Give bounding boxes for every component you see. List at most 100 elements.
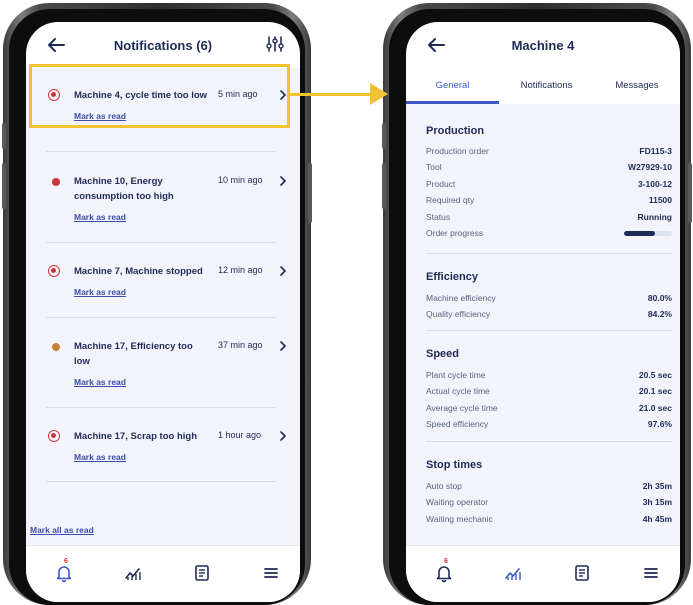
- detail-row: Production order FD115-3: [426, 146, 672, 160]
- detail-label: Product: [426, 179, 456, 189]
- divider: [46, 481, 276, 482]
- detail-value: 20.5 sec: [638, 370, 672, 380]
- bottom-nav: 6: [406, 545, 680, 602]
- chevron-right-icon[interactable]: [279, 176, 287, 186]
- notification-item[interactable]: Machine 10, Energy consumption too high …: [46, 174, 296, 222]
- detail-value: W27929-10: [628, 162, 672, 172]
- mark-all-as-read-link[interactable]: Mark all as read: [30, 525, 94, 535]
- detail-value: Running: [637, 212, 672, 222]
- section-divider: [426, 441, 672, 442]
- notification-title: Machine 10, Energy consumption too high: [74, 176, 174, 202]
- notification-badge: 6: [444, 558, 448, 565]
- phone-frame-right: Machine 4 General Notifications Messages…: [382, 3, 692, 605]
- notification-time: 12 min ago: [218, 265, 263, 275]
- bell-icon: [436, 566, 452, 583]
- nav-documents-button[interactable]: [572, 563, 592, 583]
- detail-row: Waiting mechanic 4h 45m: [426, 514, 672, 528]
- nav-menu-button[interactable]: [261, 563, 281, 583]
- chevron-right-icon[interactable]: [279, 431, 287, 441]
- detail-label: Waiting operator: [426, 497, 489, 507]
- bell-icon: [56, 566, 72, 583]
- page-title: Notifications (6): [113, 38, 213, 53]
- notification-item[interactable]: Machine 17, Efficiency too low 37 min ag…: [46, 339, 296, 387]
- phone-bezel: Machine 4 General Notifications Messages…: [389, 9, 685, 605]
- phone-side-button: [382, 163, 386, 209]
- divider: [46, 407, 276, 408]
- notification-item[interactable]: Machine 17, Scrap too high 1 hour ago Ma…: [46, 429, 296, 469]
- notification-time: 10 min ago: [218, 175, 263, 185]
- detail-label: Plant cycle time: [426, 370, 486, 380]
- mark-as-read-link[interactable]: Mark as read: [74, 452, 126, 462]
- detail-value: 21.0 sec: [638, 403, 672, 413]
- mark-as-read-link[interactable]: Mark as read: [74, 212, 126, 222]
- detail-row: Order progress: [426, 228, 672, 242]
- phone-side-button: [688, 163, 692, 223]
- tab-bar: General Notifications Messages: [406, 68, 680, 104]
- divider: [46, 151, 276, 152]
- detail-row: Auto stop 2h 35m: [426, 481, 672, 495]
- chevron-right-icon[interactable]: [279, 266, 287, 276]
- nav-documents-button[interactable]: [192, 563, 212, 583]
- mark-as-read-link[interactable]: Mark as read: [74, 287, 126, 297]
- detail-value: 3-100-12: [637, 179, 672, 189]
- order-progress-bar: [624, 231, 672, 236]
- bottom-nav: 6: [26, 545, 300, 602]
- tab-notifications[interactable]: Notifications: [499, 80, 594, 91]
- nav-notifications-button[interactable]: 6: [54, 558, 74, 583]
- detail-row: Required qty 11500: [426, 195, 672, 209]
- nav-analytics-button[interactable]: [503, 563, 523, 583]
- detail-value: 20.1 sec: [638, 386, 672, 396]
- detail-row: Quality efficiency 84.2%: [426, 309, 672, 323]
- section-title-stop-times: Stop times: [426, 459, 483, 471]
- detail-label: Tool: [426, 162, 442, 172]
- section-title-production: Production: [426, 125, 485, 137]
- detail-row: Machine efficiency 80.0%: [426, 293, 672, 307]
- chart-icon: [125, 568, 141, 580]
- detail-row: Status Running: [426, 212, 672, 226]
- nav-menu-button[interactable]: [641, 563, 661, 583]
- document-icon: [575, 565, 589, 581]
- detail-row: Average cycle time 21.0 sec: [426, 403, 672, 417]
- divider: [46, 317, 276, 318]
- filter-sliders-icon[interactable]: [266, 35, 284, 53]
- chevron-right-icon[interactable]: [279, 341, 287, 351]
- order-progress-fill: [624, 231, 656, 236]
- detail-value: 97.6%: [647, 419, 672, 429]
- nav-analytics-button[interactable]: [123, 563, 143, 583]
- notification-time: 1 hour ago: [218, 430, 262, 440]
- document-icon: [195, 565, 209, 581]
- nav-notifications-button[interactable]: 6: [434, 558, 454, 583]
- detail-row: Waiting operator 3h 15m: [426, 497, 672, 511]
- detail-value: 80.0%: [647, 293, 672, 303]
- notification-item[interactable]: Machine 7, Machine stopped 12 min ago Ma…: [46, 264, 296, 304]
- detail-value: 4h 45m: [642, 514, 672, 524]
- detail-label: Required qty: [426, 195, 475, 205]
- detail-label: Quality efficiency: [426, 309, 491, 319]
- detail-label: Status: [426, 212, 451, 222]
- machine-details: Production Production order FD115-3 Tool…: [406, 104, 680, 545]
- detail-row: Tool W27929-10: [426, 162, 672, 176]
- detail-label: Production order: [426, 146, 489, 156]
- header: Machine 4: [406, 22, 680, 68]
- section-divider: [426, 330, 672, 331]
- header: Notifications (6): [26, 22, 300, 68]
- divider: [46, 242, 276, 243]
- machine-detail-screen: Machine 4 General Notifications Messages…: [406, 22, 680, 602]
- connector-arrow-icon: [370, 83, 388, 105]
- section-divider: [426, 253, 672, 254]
- notification-title: Machine 17, Efficiency too low: [74, 341, 193, 367]
- tab-general[interactable]: General: [406, 80, 499, 91]
- notification-title: Machine 17, Scrap too high: [74, 431, 197, 442]
- hamburger-menu-icon: [264, 568, 278, 578]
- tab-messages[interactable]: Messages: [594, 80, 680, 91]
- detail-row: Product 3-100-12: [426, 179, 672, 193]
- detail-label: Speed efficiency: [426, 419, 489, 429]
- phone-side-button: [382, 123, 386, 149]
- detail-label: Auto stop: [426, 481, 462, 491]
- chart-icon: [505, 568, 521, 580]
- notification-badge: 6: [64, 558, 68, 565]
- mark-as-read-link[interactable]: Mark as read: [74, 377, 126, 387]
- detail-value: 3h 15m: [642, 497, 672, 507]
- detail-label: Machine efficiency: [426, 293, 496, 303]
- notification-list: Machine 4, cycle time too low 5 min ago …: [26, 68, 300, 545]
